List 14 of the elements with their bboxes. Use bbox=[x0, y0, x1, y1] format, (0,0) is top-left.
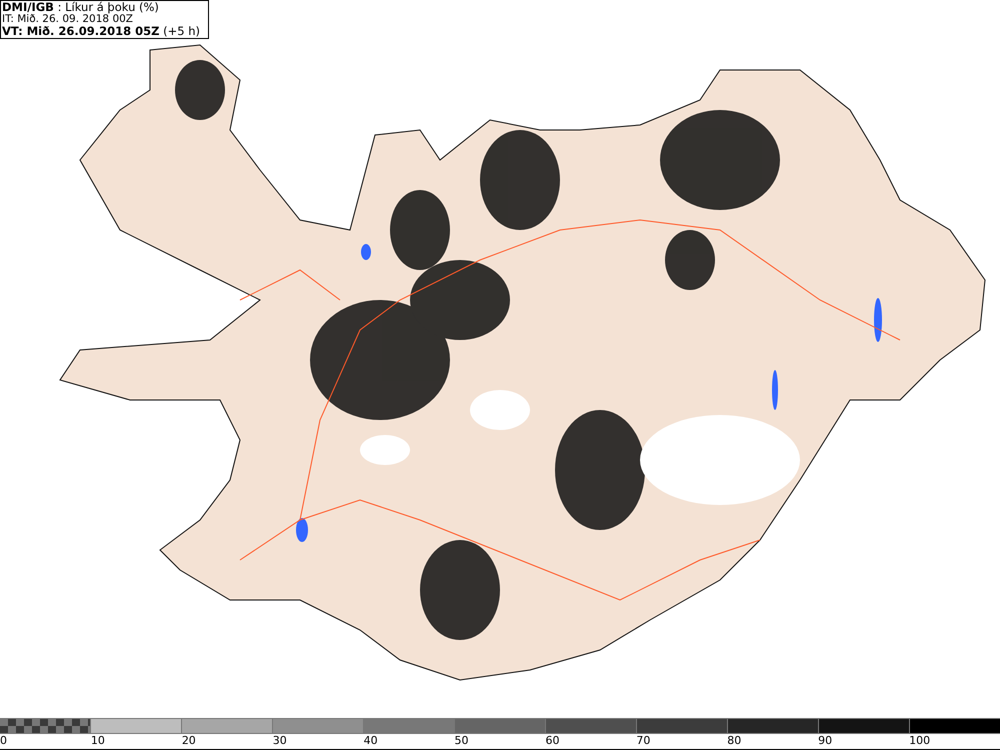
legend-tick-label: 90 bbox=[818, 734, 832, 748]
header-text: DMI/IGB : Líkur á þoku (%) bbox=[2, 1, 160, 13]
legend-tick-label: 0 bbox=[0, 734, 7, 748]
legend-tick-label: 80 bbox=[727, 734, 742, 748]
legend-tick-label: 50 bbox=[454, 734, 469, 748]
legend-tick-label: 70 bbox=[636, 734, 650, 748]
legend-tick-label: 60 bbox=[545, 734, 560, 748]
header-text: VT: Mið. 26.09.2018 05Z (+5 h) bbox=[2, 25, 202, 37]
legend-tick-label: 40 bbox=[364, 734, 378, 748]
legend-tick-label: 30 bbox=[272, 734, 287, 748]
legend-tick-label: 10 bbox=[90, 734, 105, 748]
header-text: IT: Mið. 26. 09. 2018 00Z bbox=[2, 13, 133, 25]
legend-tick-label: 100 bbox=[909, 734, 930, 748]
legend-tick-label: 20 bbox=[182, 734, 196, 748]
